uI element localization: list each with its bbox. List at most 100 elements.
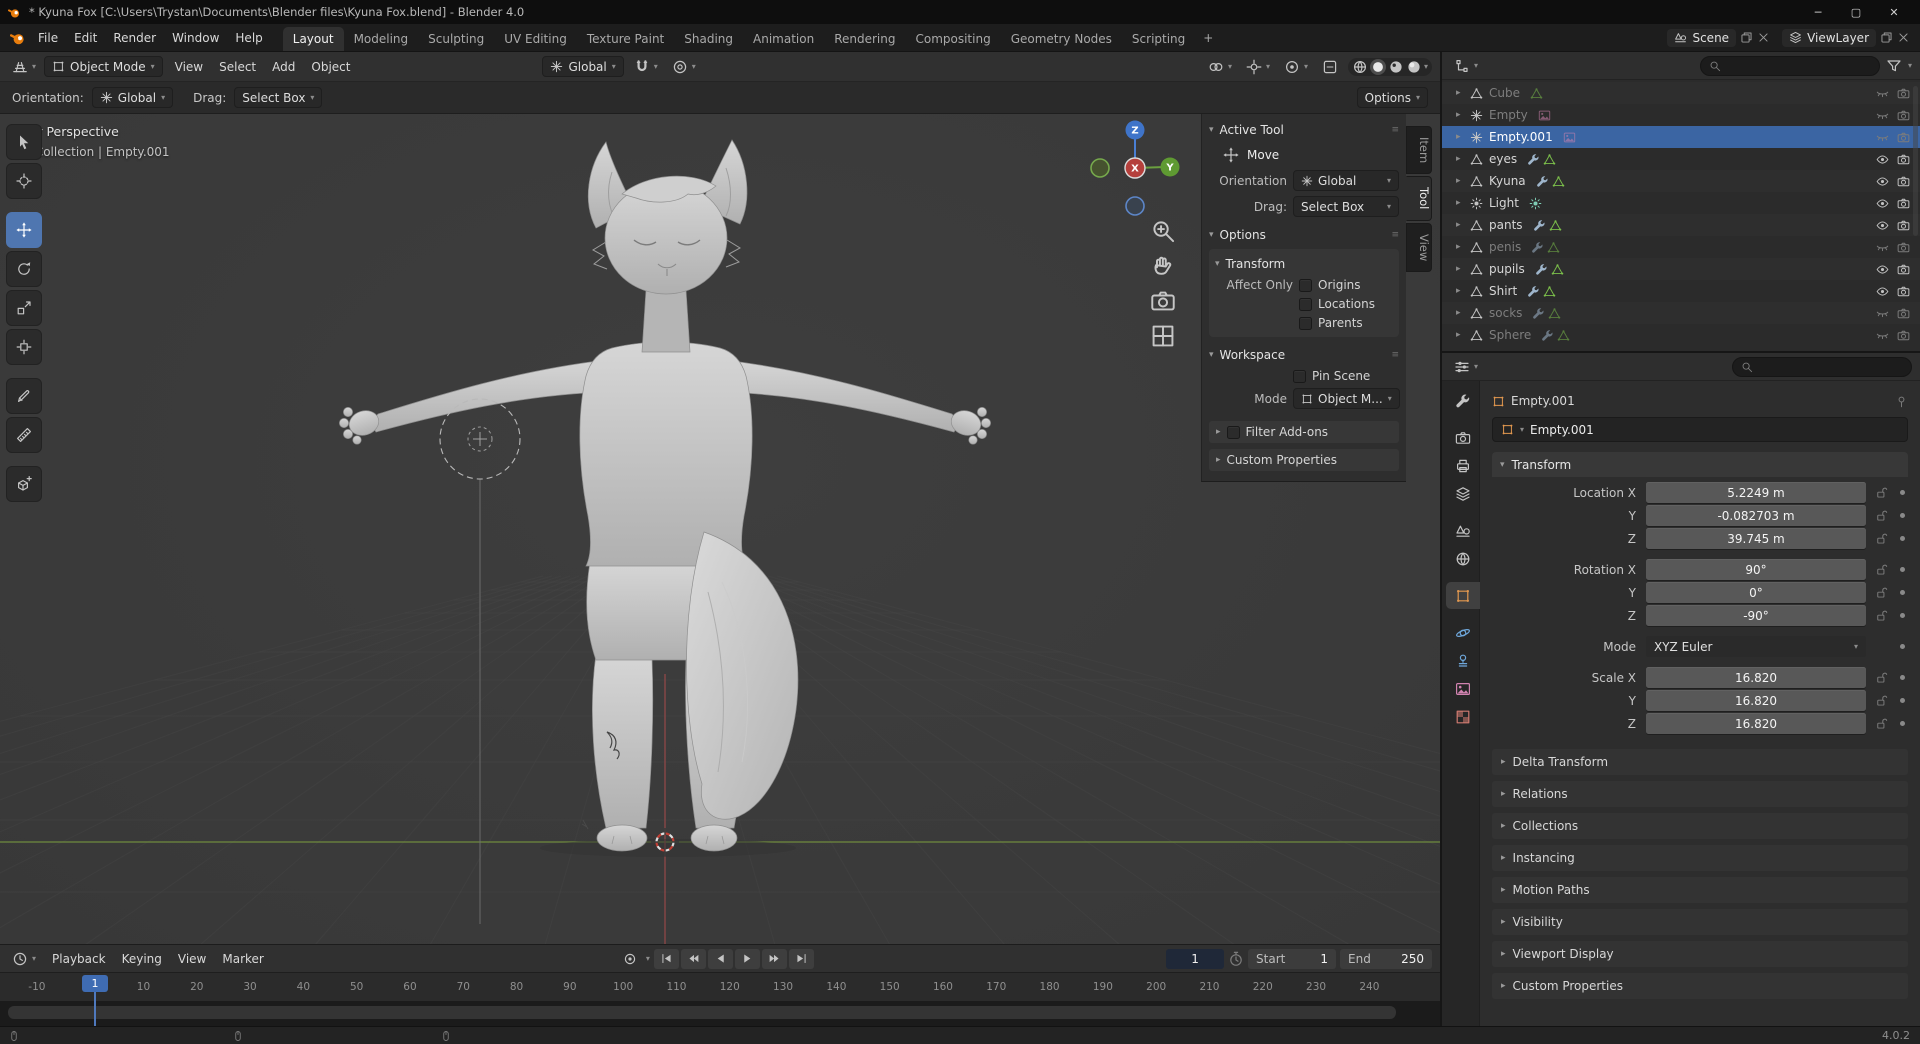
outliner-row-pupils[interactable]: ▸pupils (1442, 258, 1920, 280)
play-reverse-button[interactable] (708, 949, 733, 969)
outliner-row-empty[interactable]: ▸Empty (1442, 104, 1920, 126)
properties-search-input[interactable] (1758, 360, 1903, 374)
zoom-button[interactable] (1150, 218, 1176, 244)
object-name[interactable]: pupils (1489, 262, 1525, 276)
lock-icon[interactable] (1872, 586, 1890, 599)
np-orientation-dropdown[interactable]: Global▾ (1293, 170, 1399, 191)
workspace-tab-compositing[interactable]: Compositing (905, 27, 1000, 51)
workspace-tab-animation[interactable]: Animation (743, 27, 824, 51)
y-value-field[interactable]: 0° (1646, 582, 1866, 603)
eye-closed-toggle[interactable] (1874, 329, 1891, 342)
outliner-row-socks[interactable]: ▸socks (1442, 302, 1920, 324)
outliner-filter-dropdown[interactable]: ▾ (1908, 62, 1912, 70)
scale-x-value-field[interactable]: 16.820 (1646, 667, 1866, 688)
animate-property-dot[interactable] (1896, 698, 1908, 703)
animate-property-dot[interactable] (1896, 567, 1908, 572)
proportional-editing-toggle[interactable]: ▾ (668, 57, 700, 77)
eye-closed-toggle[interactable] (1874, 307, 1891, 320)
sidebar-tab-view[interactable]: View (1406, 223, 1432, 272)
add-workspace-button[interactable]: + (1195, 31, 1221, 45)
disclosure-triangle[interactable]: ▸ (1456, 330, 1466, 340)
shading-wireframe-button[interactable] (1352, 59, 1368, 75)
properties-tab-constraints[interactable] (1446, 647, 1480, 674)
options-dropdown[interactable]: Options▾ (1357, 87, 1428, 108)
np-mode-dropdown[interactable]: Object M...▾ (1293, 388, 1400, 409)
axis-z-negative-ball[interactable] (1126, 197, 1144, 215)
camera-render-toggle[interactable] (1895, 219, 1912, 232)
sidebar-tab-item[interactable]: Item (1406, 126, 1432, 174)
workspace-tab-geometry-nodes[interactable]: Geometry Nodes (1001, 27, 1122, 51)
object-name[interactable]: Sphere (1489, 328, 1531, 342)
drag-dropdown[interactable]: Select Box▾ (234, 87, 322, 108)
animate-property-dot[interactable] (1896, 513, 1908, 518)
workspace-tab-layout[interactable]: Layout (283, 27, 344, 51)
viewlayer-selector[interactable]: ViewLayer (1782, 29, 1876, 47)
mode-dropdown[interactable]: Object Mode▾ (44, 56, 163, 77)
active-tool-panel-header[interactable]: ▾ Active Tool ≡ (1209, 118, 1399, 142)
properties-tab-output[interactable] (1446, 452, 1480, 479)
lock-icon[interactable] (1872, 717, 1890, 730)
disclosure-triangle[interactable]: ▸ (1456, 154, 1466, 164)
pan-hand-button[interactable] (1150, 253, 1176, 279)
camera-view-button[interactable] (1150, 288, 1176, 314)
timeline-menu-view[interactable]: View (170, 948, 214, 970)
lock-icon[interactable] (1872, 532, 1890, 545)
breadcrumb-object-name[interactable]: Empty.001 (1511, 394, 1575, 408)
disclosure-triangle[interactable]: ▸ (1456, 88, 1466, 98)
previous-keyframe-button[interactable] (681, 949, 706, 969)
disclosure-triangle[interactable]: ▸ (1456, 132, 1466, 142)
jump-end-button[interactable] (789, 949, 814, 969)
transform-subpanel-header[interactable]: ▾ Transform (1215, 252, 1393, 276)
timeline-menu-playback[interactable]: Playback (44, 948, 114, 970)
axis-y-negative-ball[interactable] (1091, 159, 1109, 177)
new-scene-button[interactable] (1740, 31, 1753, 44)
object-name[interactable]: Empty (1489, 108, 1528, 122)
eye-closed-toggle[interactable] (1874, 109, 1891, 122)
properties-search[interactable] (1732, 357, 1912, 377)
object-name[interactable]: Kyuna (1489, 174, 1526, 188)
outliner-row-light[interactable]: ▸Light (1442, 192, 1920, 214)
sidebar-tab-tool[interactable]: Tool (1406, 176, 1432, 220)
tool-add-cube-button[interactable] (6, 466, 42, 502)
menu-render[interactable]: Render (105, 27, 164, 49)
tool-scale-button[interactable] (6, 290, 42, 326)
tool-transform-button[interactable] (6, 329, 42, 365)
empty-object-gizmo[interactable] (440, 399, 520, 924)
lock-icon[interactable] (1872, 486, 1890, 499)
blender-menu-icon[interactable] (10, 30, 26, 46)
timeline-scrollbar[interactable] (8, 1006, 1396, 1019)
properties-tab-view-layer[interactable] (1446, 480, 1480, 507)
disclosure-triangle[interactable]: ▸ (1456, 220, 1466, 230)
viewport-menu-add[interactable]: Add (264, 56, 303, 78)
camera-render-toggle[interactable] (1895, 329, 1912, 342)
options-panel-header[interactable]: ▾ Options ≡ (1209, 223, 1399, 247)
snap-toggle[interactable]: ▾ (630, 57, 662, 77)
close-button[interactable]: ✕ (1876, 6, 1912, 19)
workspace-panel-header[interactable]: ▾ Workspace ≡ (1209, 343, 1399, 367)
keying-dropdown[interactable]: ▾ (646, 955, 650, 963)
viewport-3d[interactable]: User Perspective (1) Collection | Empty.… (0, 114, 1440, 944)
viewport-menu-select[interactable]: Select (211, 56, 264, 78)
current-frame-field[interactable]: 1 (1166, 949, 1224, 969)
outliner-row-empty-001[interactable]: ▸Empty.001 (1442, 126, 1920, 148)
panel-custom-properties[interactable]: ▸Custom Properties (1492, 973, 1908, 999)
mode-dropdown[interactable]: XYZ Euler▾ (1646, 636, 1866, 657)
eye-open-toggle[interactable] (1874, 153, 1891, 166)
y-value-field[interactable]: -0.082703 m (1646, 505, 1866, 526)
viewport-menu-view[interactable]: View (167, 56, 211, 78)
outliner-row-sphere[interactable]: ▸ Sphere (1442, 324, 1920, 346)
animate-property-dot[interactable] (1896, 613, 1908, 618)
workspace-tab-modeling[interactable]: Modeling (344, 27, 419, 51)
disclosure-triangle[interactable]: ▸ (1456, 286, 1466, 296)
shading-rendered-button[interactable] (1406, 59, 1422, 75)
workspace-tab-uv-editing[interactable]: UV Editing (494, 27, 577, 51)
filter-addons-panel[interactable]: ▸ Filter Add-ons (1209, 421, 1399, 443)
tool-move-button[interactable] (6, 212, 42, 248)
eye-closed-toggle[interactable] (1874, 87, 1891, 100)
properties-tab-render[interactable] (1446, 424, 1480, 451)
menu-file[interactable]: File (30, 27, 66, 49)
panel-collections[interactable]: ▸Collections (1492, 813, 1908, 839)
workspace-tab-texture-paint[interactable]: Texture Paint (577, 27, 674, 51)
outliner-search[interactable] (1700, 56, 1880, 76)
panel-viewport-display[interactable]: ▸Viewport Display (1492, 941, 1908, 967)
